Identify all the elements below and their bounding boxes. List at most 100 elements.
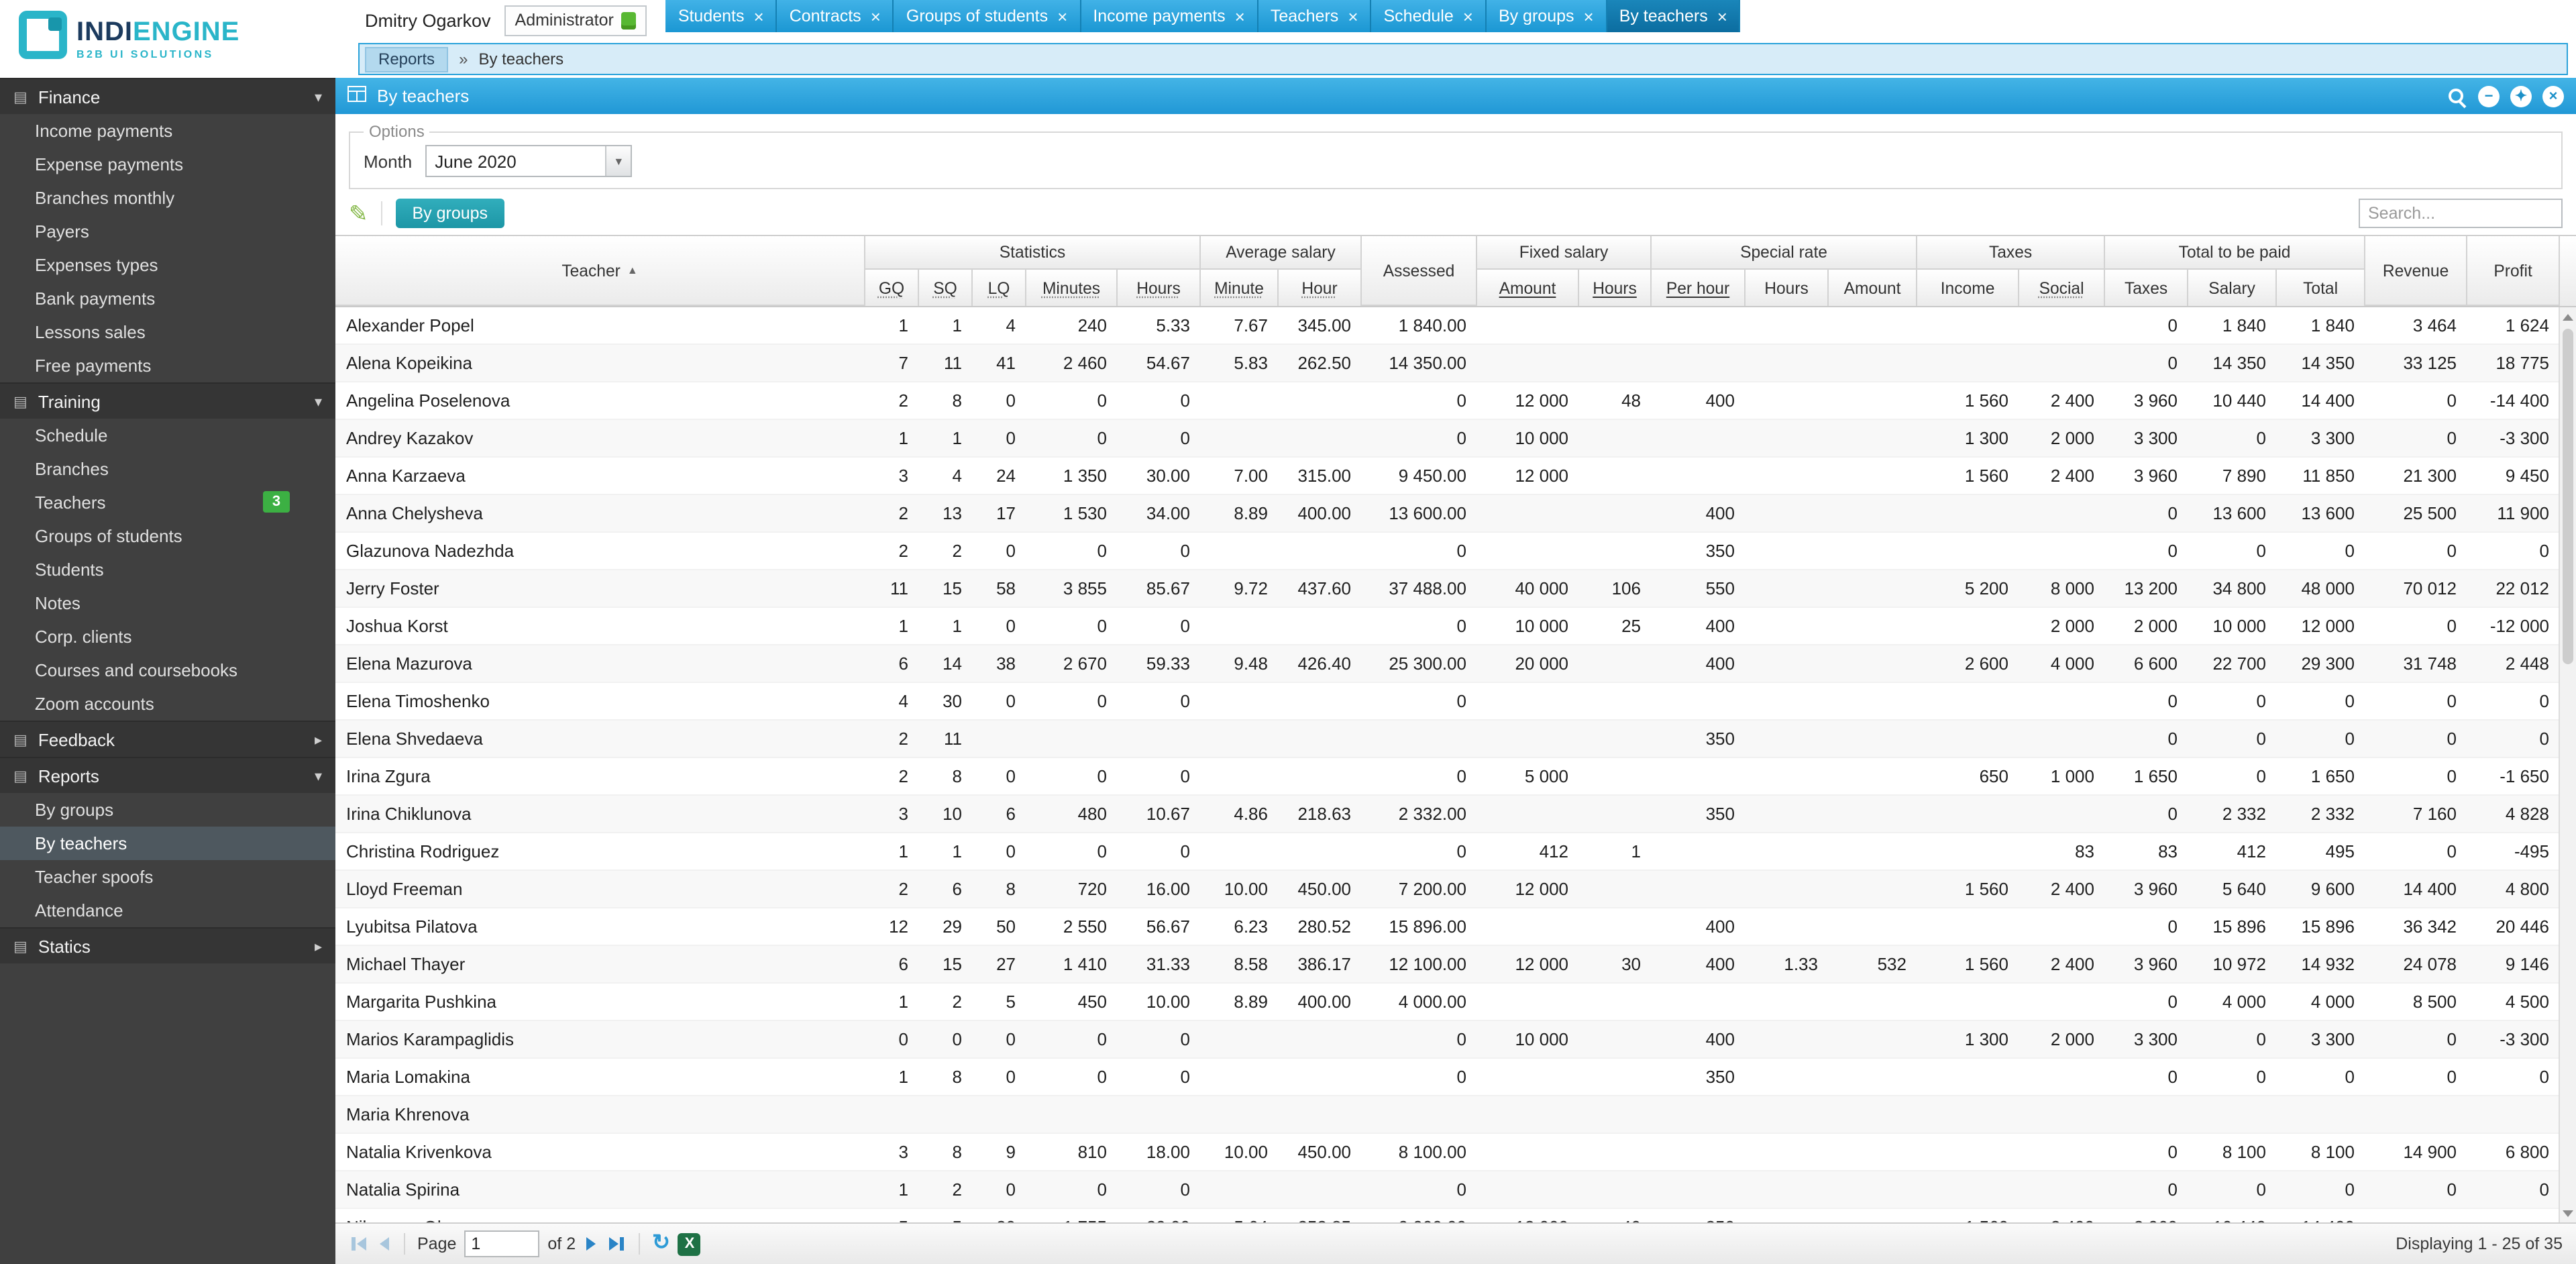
month-combobox[interactable]: June 2020 ▼ — [425, 145, 633, 177]
role-selector[interactable]: Administrator — [504, 5, 647, 36]
table-row[interactable]: Elena Shvedaeva 2 11 350 0 0 0 0 0 — [335, 720, 2560, 758]
sidebar-item-courses-and-coursebooks[interactable]: Courses and coursebooks — [0, 653, 335, 687]
close-icon[interactable]: × — [2542, 85, 2564, 107]
column-header-special-rate[interactable]: Special rate — [1652, 236, 1918, 270]
column-header-hours[interactable]: Hours — [1579, 270, 1652, 306]
tab-schedule[interactable]: Schedule × — [1371, 0, 1487, 32]
tab-groups-of-students[interactable]: Groups of students × — [894, 0, 1081, 32]
sidebar-section-statics[interactable]: ▤ Statics ▸ — [0, 927, 335, 963]
column-header-assessed[interactable]: Assessed — [1362, 236, 1477, 306]
column-header-sq[interactable]: SQ — [919, 270, 973, 306]
sidebar-item-branches[interactable]: Branches — [0, 452, 335, 486]
tab-by-groups[interactable]: By groups × — [1486, 0, 1607, 32]
next-page-button[interactable] — [584, 1234, 598, 1253]
column-header-per-hour[interactable]: Per hour — [1652, 270, 1746, 306]
sidebar-section-finance[interactable]: ▤ Finance ▾ — [0, 78, 335, 114]
refresh-button[interactable]: ↻ — [652, 1232, 670, 1255]
vertical-scrollbar[interactable] — [2559, 307, 2576, 1222]
sidebar-section-training[interactable]: ▤ Training ▾ — [0, 382, 335, 419]
column-header-hours[interactable]: Hours — [1746, 270, 1829, 306]
column-header-total-to-be-paid[interactable]: Total to be paid — [2105, 236, 2366, 270]
sidebar-item-branches-monthly[interactable]: Branches monthly — [0, 181, 335, 215]
scroll-down-icon[interactable] — [2560, 1204, 2576, 1222]
tab-teachers[interactable]: Teachers × — [1258, 0, 1372, 32]
grid-search-input[interactable] — [2359, 199, 2563, 228]
sidebar-item-payers[interactable]: Payers — [0, 215, 335, 248]
sidebar-section-reports[interactable]: ▤ Reports ▾ — [0, 757, 335, 793]
column-header-social[interactable]: Social — [2019, 270, 2106, 306]
table-row[interactable]: Angelina Poselenova 2 8 0 0 0 0 12 000 48 400 1 56… — [335, 382, 2560, 420]
last-page-button[interactable] — [606, 1234, 627, 1253]
tab-contracts[interactable]: Contracts × — [777, 0, 894, 32]
column-header-statistics[interactable]: Statistics — [865, 236, 1201, 270]
column-header-taxes[interactable]: Taxes — [2105, 270, 2189, 306]
window-header[interactable]: By teachers − ✦ × — [335, 78, 2576, 114]
table-row[interactable]: Irina Chiklunova 3 10 6 480 10.67 4.86 218.63 2 … — [335, 795, 2560, 833]
table-row[interactable]: Michael Thayer 6 15 27 1 410 31.33 8.58 386.17 1… — [335, 945, 2560, 984]
sidebar-item-teachers[interactable]: Teachers 3 — [0, 486, 335, 519]
maximize-icon[interactable]: ✦ — [2510, 85, 2532, 107]
column-header-minute[interactable]: Minute — [1201, 270, 1279, 306]
sidebar-item-expenses-types[interactable]: Expenses types — [0, 248, 335, 282]
sidebar-item-by-groups[interactable]: By groups — [0, 793, 335, 827]
tab-students[interactable]: Students × — [665, 0, 777, 32]
table-row[interactable]: Lyubitsa Pilatova 12 29 50 2 550 56.67 6.23 280… — [335, 908, 2560, 946]
table-row[interactable]: Nikonova Olga55301 75539.005.64253.859 9… — [335, 1208, 2560, 1222]
sidebar-section-feedback[interactable]: ▤ Feedback ▸ — [0, 721, 335, 757]
breadcrumb-section[interactable]: Reports — [365, 46, 449, 72]
table-row[interactable]: Andrey Kazakov 1 1 0 0 0 0 10 000 1 300 2 000 3 30… — [335, 419, 2560, 458]
column-header-taxes[interactable]: Taxes — [1917, 236, 2106, 270]
column-header-amount[interactable]: Amount — [1829, 270, 1918, 306]
table-row[interactable]: Anna Chelysheva 2 13 17 1 530 34.00 8.89 400.00… — [335, 494, 2560, 533]
table-row[interactable]: Christina Rodriguez 1 1 0 0 0 0 412 1 83 83 412 495 0… — [335, 833, 2560, 871]
sidebar-item-teacher-spoofs[interactable]: Teacher spoofs — [0, 860, 335, 894]
column-header-hours[interactable]: Hours — [1118, 270, 1201, 306]
sidebar-item-free-payments[interactable]: Free payments — [0, 349, 335, 382]
prev-page-button[interactable] — [377, 1234, 392, 1253]
tab-close-icon[interactable]: × — [871, 7, 881, 25]
column-header-profit[interactable]: Profit — [2467, 236, 2561, 306]
sidebar-item-corp-clients[interactable]: Corp. clients — [0, 620, 335, 653]
tab-close-icon[interactable]: × — [1717, 7, 1727, 25]
scroll-thumb[interactable] — [2563, 329, 2573, 664]
by-groups-button[interactable]: By groups — [396, 199, 504, 228]
sidebar-item-lessons-sales[interactable]: Lessons sales — [0, 315, 335, 349]
table-row[interactable]: Maria Lomakina 1 8 0 0 0 0 350 0 0 0 0 0 — [335, 1058, 2560, 1096]
tab-close-icon[interactable]: × — [1348, 7, 1358, 25]
sidebar-item-schedule[interactable]: Schedule — [0, 419, 335, 452]
tab-close-icon[interactable]: × — [1235, 7, 1245, 25]
combo-arrow-button[interactable]: ▼ — [605, 146, 631, 176]
export-excel-button[interactable]: X — [678, 1232, 701, 1255]
column-header-teacher[interactable]: Teacher ▲ — [335, 236, 865, 306]
logo[interactable]: INDIENGINE B2B UI SOLUTIONS — [0, 0, 354, 78]
edit-pencil-icon[interactable]: ✎ — [349, 202, 368, 225]
table-row[interactable]: Margarita Pushkina 1 2 5 450 10.00 8.89 400.00 4… — [335, 983, 2560, 1021]
column-header-minutes[interactable]: Minutes — [1026, 270, 1118, 306]
sidebar-item-groups-of-students[interactable]: Groups of students — [0, 519, 335, 553]
tab-close-icon[interactable]: × — [754, 7, 764, 25]
column-header-salary[interactable]: Salary — [2188, 270, 2277, 306]
search-icon[interactable] — [2446, 85, 2467, 107]
column-header-amount[interactable]: Amount — [1477, 270, 1579, 306]
column-header-income[interactable]: Income — [1917, 270, 2020, 306]
table-row[interactable]: Natalia Spirina 1 2 0 0 0 0 0 0 0 0 0 — [335, 1171, 2560, 1209]
table-row[interactable]: Elena Mazurova 6 14 38 2 670 59.33 9.48 426.40 2… — [335, 645, 2560, 683]
column-header-revenue[interactable]: Revenue — [2365, 236, 2468, 306]
first-page-button[interactable] — [349, 1234, 369, 1253]
scroll-up-icon[interactable] — [2560, 307, 2576, 326]
table-row[interactable]: Anna Karzaeva 3 4 24 1 350 30.00 7.00 315.00 9 4… — [335, 457, 2560, 495]
column-header-gq[interactable]: GQ — [865, 270, 919, 306]
column-header-lq[interactable]: LQ — [973, 270, 1026, 306]
table-row[interactable]: Alena Kopeikina 7 11 41 2 460 54.67 5.83 262.50… — [335, 344, 2560, 382]
tab-close-icon[interactable]: × — [1584, 7, 1594, 25]
table-row[interactable]: Natalia Krivenkova 3 8 9 810 18.00 10.00 450.00… — [335, 1133, 2560, 1171]
column-header-average-salary[interactable]: Average salary — [1201, 236, 1362, 270]
sidebar-item-notes[interactable]: Notes — [0, 586, 335, 620]
user-name[interactable]: Dmitry Ogarkov — [365, 10, 491, 30]
column-header-total[interactable]: Total — [2277, 270, 2366, 306]
column-header-hour[interactable]: Hour — [1279, 270, 1362, 306]
table-row[interactable]: Marios Karampaglidis 0 0 0 0 0 0 10 000 400 1 300… — [335, 1020, 2560, 1059]
table-row[interactable]: Irina Zgura 2 8 0 0 0 0 5 000 650 1 000 1 650 0 1 65… — [335, 757, 2560, 796]
sidebar-item-expense-payments[interactable]: Expense payments — [0, 148, 335, 181]
tab-close-icon[interactable]: × — [1057, 7, 1067, 25]
